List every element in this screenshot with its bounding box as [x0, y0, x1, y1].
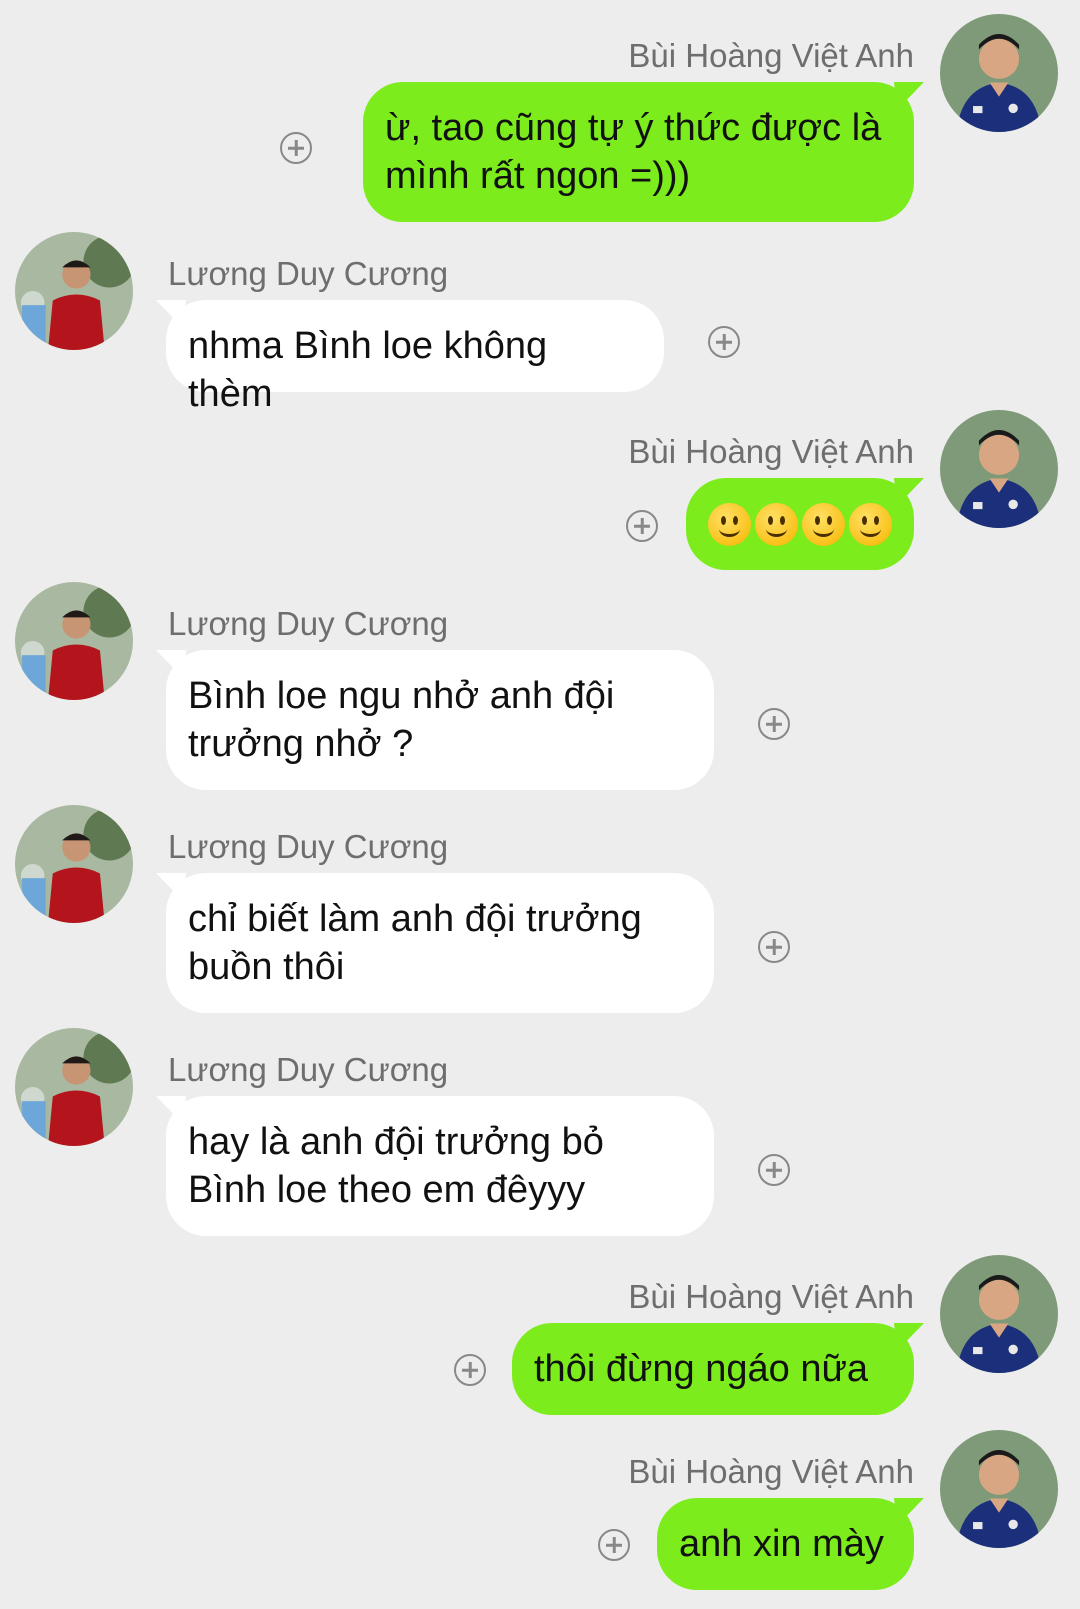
- slightly-smiling-face-icon: [708, 502, 751, 546]
- sender-name: Lương Duy Cương: [168, 605, 449, 642]
- avatar-receiver[interactable]: [15, 805, 133, 923]
- avatar-receiver-image: [15, 232, 133, 350]
- add-reaction-icon[interactable]: [708, 326, 740, 358]
- message-bubble[interactable]: [686, 478, 914, 570]
- avatar-receiver[interactable]: [15, 582, 133, 700]
- avatar-sender[interactable]: [940, 14, 1058, 132]
- sender-name: Bùi Hoàng Việt Anh: [628, 37, 914, 74]
- sender-name: Lương Duy Cương: [168, 255, 449, 292]
- avatar-sender[interactable]: [940, 1255, 1058, 1373]
- message-bubble[interactable]: chỉ biết làm anh đội trưởng buồn thôi: [166, 873, 714, 1013]
- add-reaction-icon[interactable]: [758, 708, 790, 740]
- add-reaction-icon[interactable]: [598, 1529, 630, 1561]
- slightly-smiling-face-icon: [755, 502, 798, 546]
- add-reaction-icon[interactable]: [454, 1354, 486, 1386]
- sender-name: Lương Duy Cương: [168, 828, 449, 865]
- message-bubble[interactable]: ừ, tao cũng tự ý thức được là mình rất n…: [363, 82, 914, 222]
- message-text: chỉ biết làm anh đội trưởng buồn thôi: [188, 898, 642, 988]
- avatar-sender-image: [940, 1255, 1058, 1373]
- message-text: hay là anh đội trưởng bỏ Bình loe theo e…: [188, 1121, 604, 1211]
- add-reaction-icon[interactable]: [280, 132, 312, 164]
- add-reaction-icon[interactable]: [626, 510, 658, 542]
- add-reaction-icon[interactable]: [758, 1154, 790, 1186]
- message-bubble[interactable]: anh xin mày: [657, 1498, 914, 1590]
- avatar-receiver-image: [15, 805, 133, 923]
- sender-name: Lương Duy Cương: [168, 1051, 449, 1088]
- sender-name: Bùi Hoàng Việt Anh: [628, 1453, 914, 1490]
- avatar-sender[interactable]: [940, 410, 1058, 528]
- avatar-receiver-image: [15, 582, 133, 700]
- message-bubble[interactable]: hay là anh đội trưởng bỏ Bình loe theo e…: [166, 1096, 714, 1236]
- message-text: ừ, tao cũng tự ý thức được là mình rất n…: [385, 107, 882, 197]
- message-bubble[interactable]: Bình loe ngu nhở anh đội trưởng nhở ?: [166, 650, 714, 790]
- avatar-receiver[interactable]: [15, 232, 133, 350]
- emoji-row: [708, 500, 892, 548]
- message-text: Bình loe ngu nhở anh đội trưởng nhở ?: [188, 675, 615, 765]
- avatar-receiver-image: [15, 1028, 133, 1146]
- message-bubble[interactable]: nhma Bình loe không thèm: [166, 300, 664, 415]
- slightly-smiling-face-icon: [849, 502, 892, 546]
- sender-name: Bùi Hoàng Việt Anh: [628, 433, 914, 470]
- avatar-sender-image: [940, 14, 1058, 132]
- avatar-receiver[interactable]: [15, 1028, 133, 1146]
- message-text: anh xin mày: [679, 1523, 884, 1565]
- message-text: nhma Bình loe không thèm: [188, 325, 548, 415]
- add-reaction-icon[interactable]: [758, 931, 790, 963]
- avatar-sender-image: [940, 1430, 1058, 1548]
- message-text: thôi đừng ngáo nữa: [534, 1348, 869, 1390]
- slightly-smiling-face-icon: [802, 502, 845, 546]
- sender-name: Bùi Hoàng Việt Anh: [628, 1278, 914, 1315]
- chat-thread: Bùi Hoàng Việt Anh ừ, tao cũng tự ý thức…: [0, 0, 1080, 1609]
- avatar-sender-image: [940, 410, 1058, 528]
- avatar-sender[interactable]: [940, 1430, 1058, 1548]
- message-bubble[interactable]: thôi đừng ngáo nữa: [512, 1323, 914, 1415]
